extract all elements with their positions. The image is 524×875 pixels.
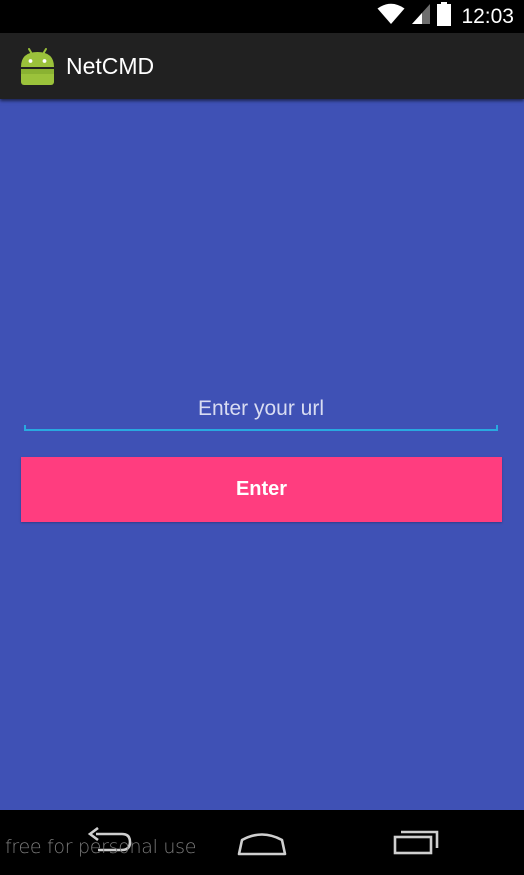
recent-apps-icon xyxy=(391,827,441,862)
status-bar: 12:03 xyxy=(0,0,524,33)
enter-button[interactable]: Enter xyxy=(21,457,502,522)
home-button[interactable] xyxy=(229,824,295,864)
url-field-underline-end xyxy=(496,425,498,431)
wifi-icon xyxy=(377,3,405,30)
url-input[interactable] xyxy=(25,389,497,429)
cellular-signal-icon xyxy=(411,3,431,30)
app-title: NetCMD xyxy=(66,53,155,79)
status-icons: 12:03 xyxy=(377,2,514,31)
phone-screen: 12:03 NetCMD Enter your url Enter free f… xyxy=(0,0,524,875)
home-icon xyxy=(236,827,288,862)
watermark-text: free for personal use xyxy=(5,836,197,858)
android-robot-icon xyxy=(19,47,56,85)
main-content: Enter xyxy=(0,99,524,810)
action-bar: NetCMD xyxy=(0,33,524,99)
url-field[interactable] xyxy=(24,389,498,431)
status-time: 12:03 xyxy=(461,5,514,28)
recent-apps-button[interactable] xyxy=(383,824,449,864)
battery-icon xyxy=(437,2,452,31)
